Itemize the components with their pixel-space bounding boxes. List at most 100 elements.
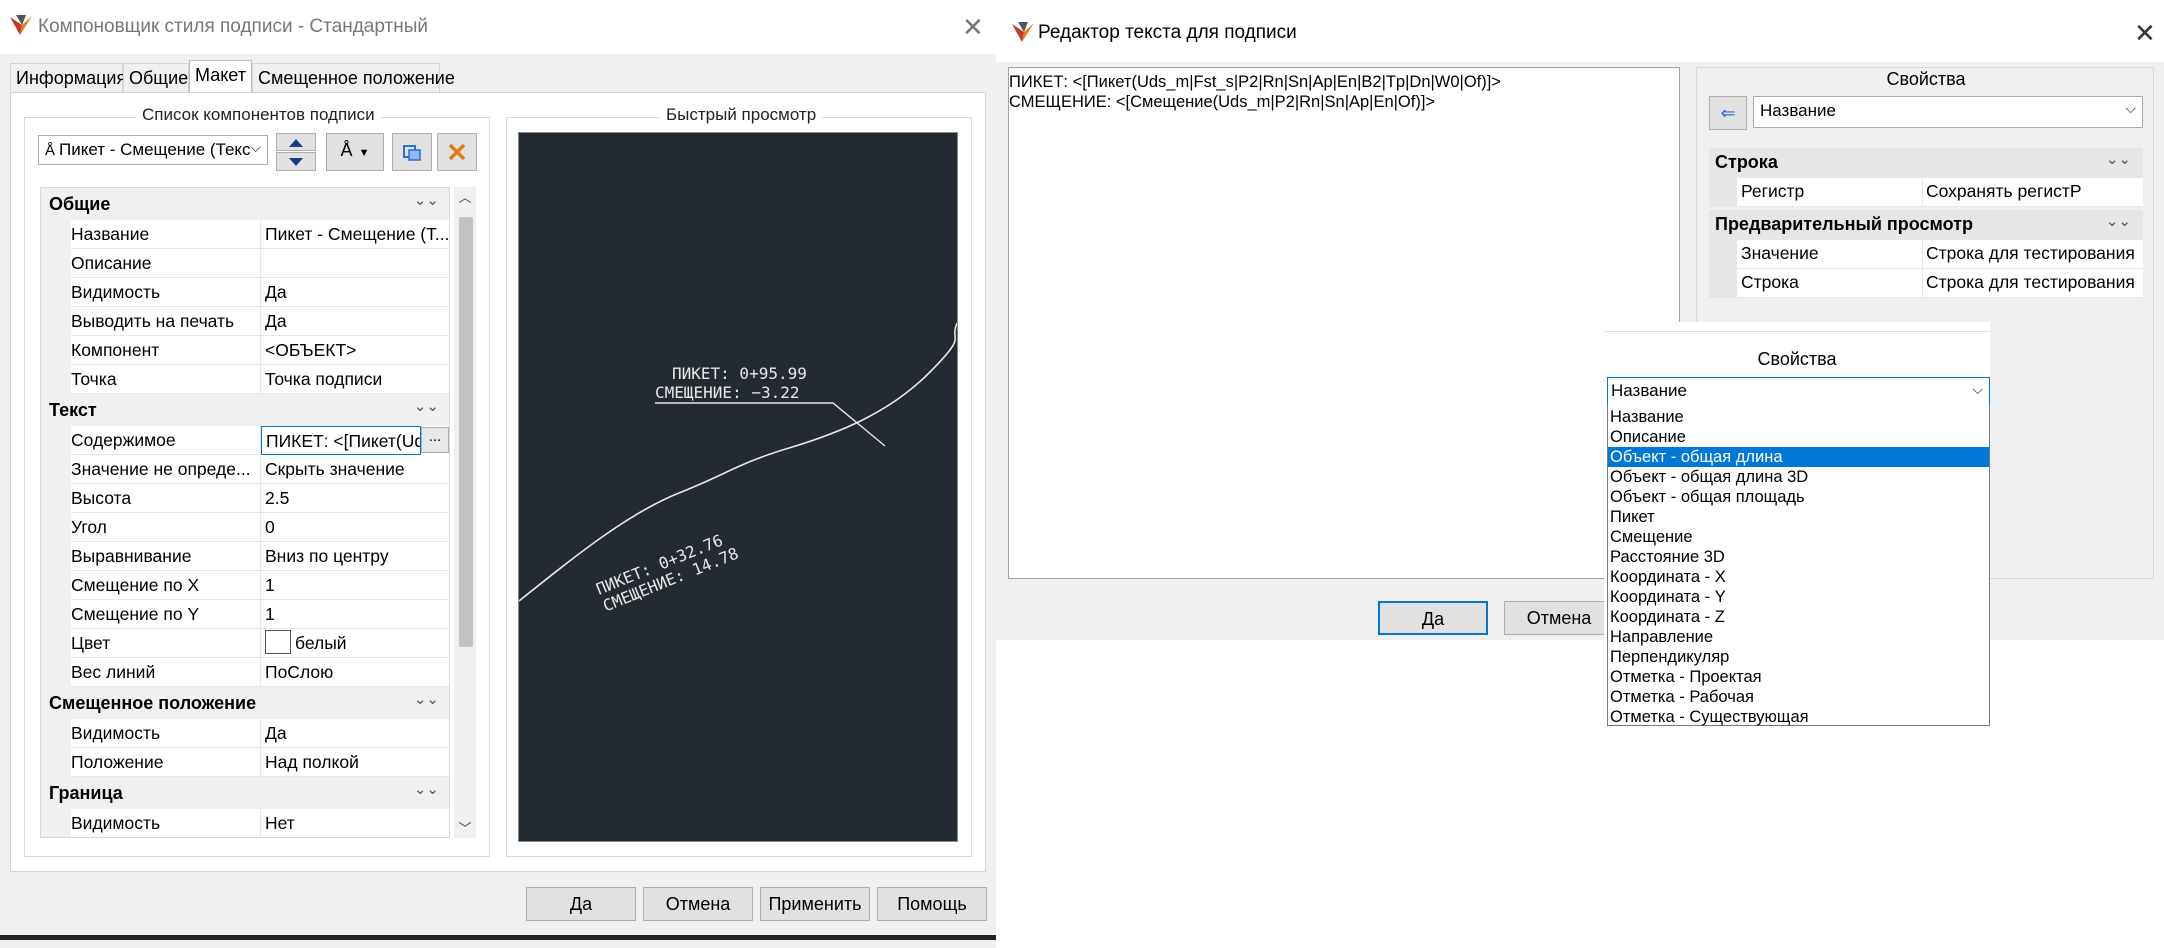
property-name: Выравнивание (71, 542, 261, 571)
dropdown-option-selected[interactable]: Объект - общая длина (1608, 447, 1989, 467)
text-editor[interactable]: ПИКЕТ: <[Пикет(Uds_m|Fst_s|P2|Rn|Sn|Ap|E… (1008, 67, 1680, 579)
tab-general[interactable]: Общие (123, 63, 189, 93)
component-select[interactable]: Å Пикет - Смещение (Текс ⌵ (38, 135, 268, 165)
category-border[interactable]: Граница ⌄⌄ (41, 777, 449, 809)
property-row[interactable]: Описание (41, 249, 449, 278)
cancel-button[interactable]: Отмена (1504, 601, 1614, 635)
dropdown-option[interactable]: Расстояние 3D (1608, 547, 1989, 567)
property-row[interactable]: Смещение по Y1 (41, 600, 449, 629)
dropdown-option[interactable]: Описание (1608, 427, 1989, 447)
property-row[interactable]: Содержимое ПИКЕТ: <[Пикет(Uds... (41, 426, 449, 455)
collapse-icon[interactable]: ⌄⌄ (2106, 212, 2131, 230)
category-title: Текст (49, 400, 97, 420)
dropdown-option[interactable]: Отметка - Проектая (1608, 667, 1989, 687)
property-row[interactable]: Положение Над полкой (41, 748, 449, 777)
property-value[interactable]: 2.5 (261, 484, 449, 513)
close-icon[interactable]: ✕ (962, 14, 984, 40)
help-button[interactable]: Помощь (877, 887, 987, 921)
ok-button[interactable]: Да (1378, 601, 1488, 635)
property-row[interactable]: Выводить на печать Да (41, 307, 449, 336)
property-value[interactable]: Нет (261, 809, 449, 837)
property-value[interactable]: Вниз по центру (261, 542, 449, 571)
dropdown-option[interactable]: Отметка - Рабочая (1608, 687, 1989, 707)
copy-component-button[interactable] (392, 133, 432, 171)
collapse-icon[interactable]: ⌄⌄ (414, 780, 439, 798)
move-down-button[interactable] (276, 152, 316, 171)
scroll-up-icon[interactable]: ︿ (454, 187, 476, 207)
close-icon[interactable]: ✕ (2134, 20, 2156, 46)
move-up-button[interactable] (276, 133, 316, 151)
property-value[interactable]: 1 (261, 571, 449, 600)
property-row[interactable]: Строка Строка для тестирования (1709, 269, 2143, 298)
property-value[interactable]: белый (261, 629, 449, 658)
property-row[interactable]: Высота 2.5 (41, 484, 449, 513)
property-value[interactable]: Скрыть значение (261, 455, 449, 484)
property-grid-scrollbar[interactable]: ︿ ﹀ (454, 187, 476, 838)
property-select[interactable]: Название ⌵ (1607, 377, 1990, 406)
property-row[interactable]: Смещение по X1 (41, 571, 449, 600)
property-value[interactable]: Да (261, 278, 449, 307)
property-value[interactable]: Пикет - Смещение (Т... (261, 220, 449, 249)
property-value[interactable]: Точка подписи (261, 365, 449, 394)
dropdown-option[interactable]: Объект - общая длина 3D (1608, 467, 1989, 487)
property-row[interactable]: Название Пикет - Смещение (Т... (41, 220, 449, 249)
property-value[interactable]: 1 (261, 600, 449, 629)
dropdown-option[interactable]: Отметка - Существующая (1608, 707, 1989, 727)
property-value[interactable]: Сохранять регистР (1923, 178, 2143, 207)
property-row[interactable]: Значение Строка для тестирования (1709, 240, 2143, 269)
property-row[interactable]: Компонент <ОБЪЕКТ> (41, 336, 449, 365)
scroll-down-icon[interactable]: ﹀ (454, 818, 476, 838)
property-value[interactable]: Да (261, 719, 449, 748)
category-string[interactable]: Строка ⌄⌄ (1709, 148, 2143, 178)
dropdown-option[interactable]: Координата - X (1608, 567, 1989, 587)
tab-info[interactable]: Информация (10, 63, 126, 93)
dropdown-option[interactable]: Координата - Y (1608, 587, 1989, 607)
delete-component-button[interactable] (437, 133, 477, 171)
property-row[interactable]: Регистр Сохранять регистР (1709, 178, 2143, 207)
property-row[interactable]: Вес линий ПоСлою (41, 658, 449, 687)
property-value[interactable]: Над полкой (261, 748, 449, 777)
arrow-left-icon: ⇐ (1720, 103, 1736, 123)
category-text[interactable]: Текст ⌄⌄ (41, 394, 449, 426)
ok-button[interactable]: Да (526, 887, 636, 921)
property-row[interactable]: Видимость Да (41, 278, 449, 307)
property-row[interactable]: Значение не опреде... Скрыть значение (41, 455, 449, 484)
add-component-button[interactable]: Å ▼ (326, 133, 384, 171)
dropdown-option[interactable]: Направление (1608, 627, 1989, 647)
tab-dragged-state[interactable]: Смещенное положение (252, 63, 455, 93)
property-value[interactable]: Строка для тестирования (1923, 269, 2143, 298)
property-value[interactable] (261, 249, 449, 278)
apply-button[interactable]: Применить (760, 887, 870, 921)
property-select[interactable]: Название ⌵ (1753, 96, 2143, 128)
collapse-icon[interactable]: ⌄⌄ (414, 397, 439, 415)
category-offset[interactable]: Смещенное положение ⌄⌄ (41, 687, 449, 719)
property-value[interactable]: <ОБЪЕКТ> (261, 336, 449, 365)
collapse-icon[interactable]: ⌄⌄ (2106, 150, 2131, 168)
property-value[interactable]: 0 (261, 513, 449, 542)
property-row[interactable]: Точка Точка подписи (41, 365, 449, 394)
property-value[interactable]: Строка для тестирования (1923, 240, 2143, 269)
property-row[interactable]: Видимость Нет (41, 809, 449, 837)
dropdown-option[interactable]: Название (1608, 407, 1989, 427)
ellipsis-button[interactable]: ... (421, 427, 449, 453)
cancel-button[interactable]: Отмена (643, 887, 753, 921)
property-row[interactable]: Угол 0 (41, 513, 449, 542)
dropdown-option[interactable]: Объект - общая площадь (1608, 487, 1989, 507)
dropdown-option[interactable]: Координата - Z (1608, 607, 1989, 627)
property-value[interactable]: ПоСлою (261, 658, 449, 687)
dropdown-option[interactable]: Пикет (1608, 507, 1989, 527)
dropdown-option[interactable]: Смещение (1608, 527, 1989, 547)
property-value[interactable]: Да (261, 307, 449, 336)
tab-layout[interactable]: Макет (189, 60, 252, 94)
collapse-icon[interactable]: ⌄⌄ (414, 690, 439, 708)
property-row[interactable]: Видимость Да (41, 719, 449, 748)
category-general[interactable]: Общие ⌄⌄ (41, 188, 449, 220)
collapse-icon[interactable]: ⌄⌄ (414, 191, 439, 209)
dropdown-option[interactable]: Перпендикуляр (1608, 647, 1989, 667)
category-preview[interactable]: Предварительный просмотр ⌄⌄ (1709, 210, 2143, 240)
insert-property-button[interactable]: ⇐ (1709, 96, 1747, 130)
contents-field[interactable]: ПИКЕТ: <[Пикет(Uds (261, 426, 421, 455)
property-row[interactable]: Цвет белый (41, 629, 449, 658)
property-row[interactable]: Выравнивание Вниз по центру (41, 542, 449, 571)
scrollbar-thumb[interactable] (459, 217, 473, 647)
